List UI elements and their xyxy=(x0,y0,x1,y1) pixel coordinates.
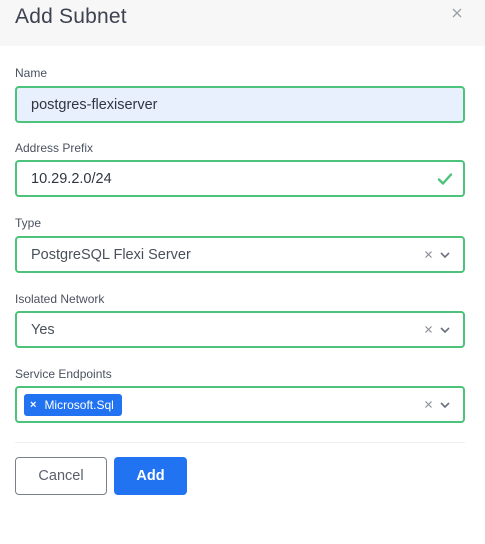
type-value: PostgreSQL Flexi Server xyxy=(31,246,191,263)
isolated-network-value: Yes xyxy=(31,321,55,338)
chevron-down-icon[interactable] xyxy=(439,400,451,410)
service-endpoints-label: Service Endpoints xyxy=(15,367,112,381)
name-field[interactable]: postgres-flexiserver xyxy=(15,86,465,123)
address-prefix-label: Address Prefix xyxy=(15,141,94,155)
tag-remove-icon[interactable]: × xyxy=(30,399,36,411)
name-value: postgres-flexiserver xyxy=(31,96,158,113)
close-button[interactable] xyxy=(448,4,466,22)
clear-isolated-icon[interactable] xyxy=(423,325,433,335)
chevron-down-icon[interactable] xyxy=(439,325,451,335)
type-select[interactable]: PostgreSQL Flexi Server xyxy=(15,236,465,273)
isolated-network-label: Isolated Network xyxy=(15,292,105,306)
name-label: Name xyxy=(15,66,48,80)
add-button[interactable]: Add xyxy=(114,457,187,495)
isolated-network-select[interactable]: Yes xyxy=(15,311,465,348)
chevron-down-icon[interactable] xyxy=(439,250,451,260)
cancel-button[interactable]: Cancel xyxy=(15,457,107,495)
modal-header: Add Subnet xyxy=(0,0,485,46)
modal-title: Add Subnet xyxy=(15,5,127,28)
close-icon xyxy=(452,8,462,18)
clear-type-icon[interactable] xyxy=(423,250,433,260)
type-label: Type xyxy=(15,216,42,230)
check-icon xyxy=(437,171,453,187)
service-endpoints-select[interactable]: × Microsoft.Sql xyxy=(15,386,465,423)
service-endpoint-tag: × Microsoft.Sql xyxy=(24,393,122,416)
clear-endpoints-icon[interactable] xyxy=(423,400,433,410)
tag-label: Microsoft.Sql xyxy=(44,397,114,412)
footer-divider xyxy=(15,442,465,443)
address-prefix-value: 10.29.2.0/24 xyxy=(31,170,112,187)
add-subnet-modal: Add Subnet Name postgres-flexiserver Add… xyxy=(0,0,485,544)
address-prefix-field[interactable]: 10.29.2.0/24 xyxy=(15,160,465,197)
